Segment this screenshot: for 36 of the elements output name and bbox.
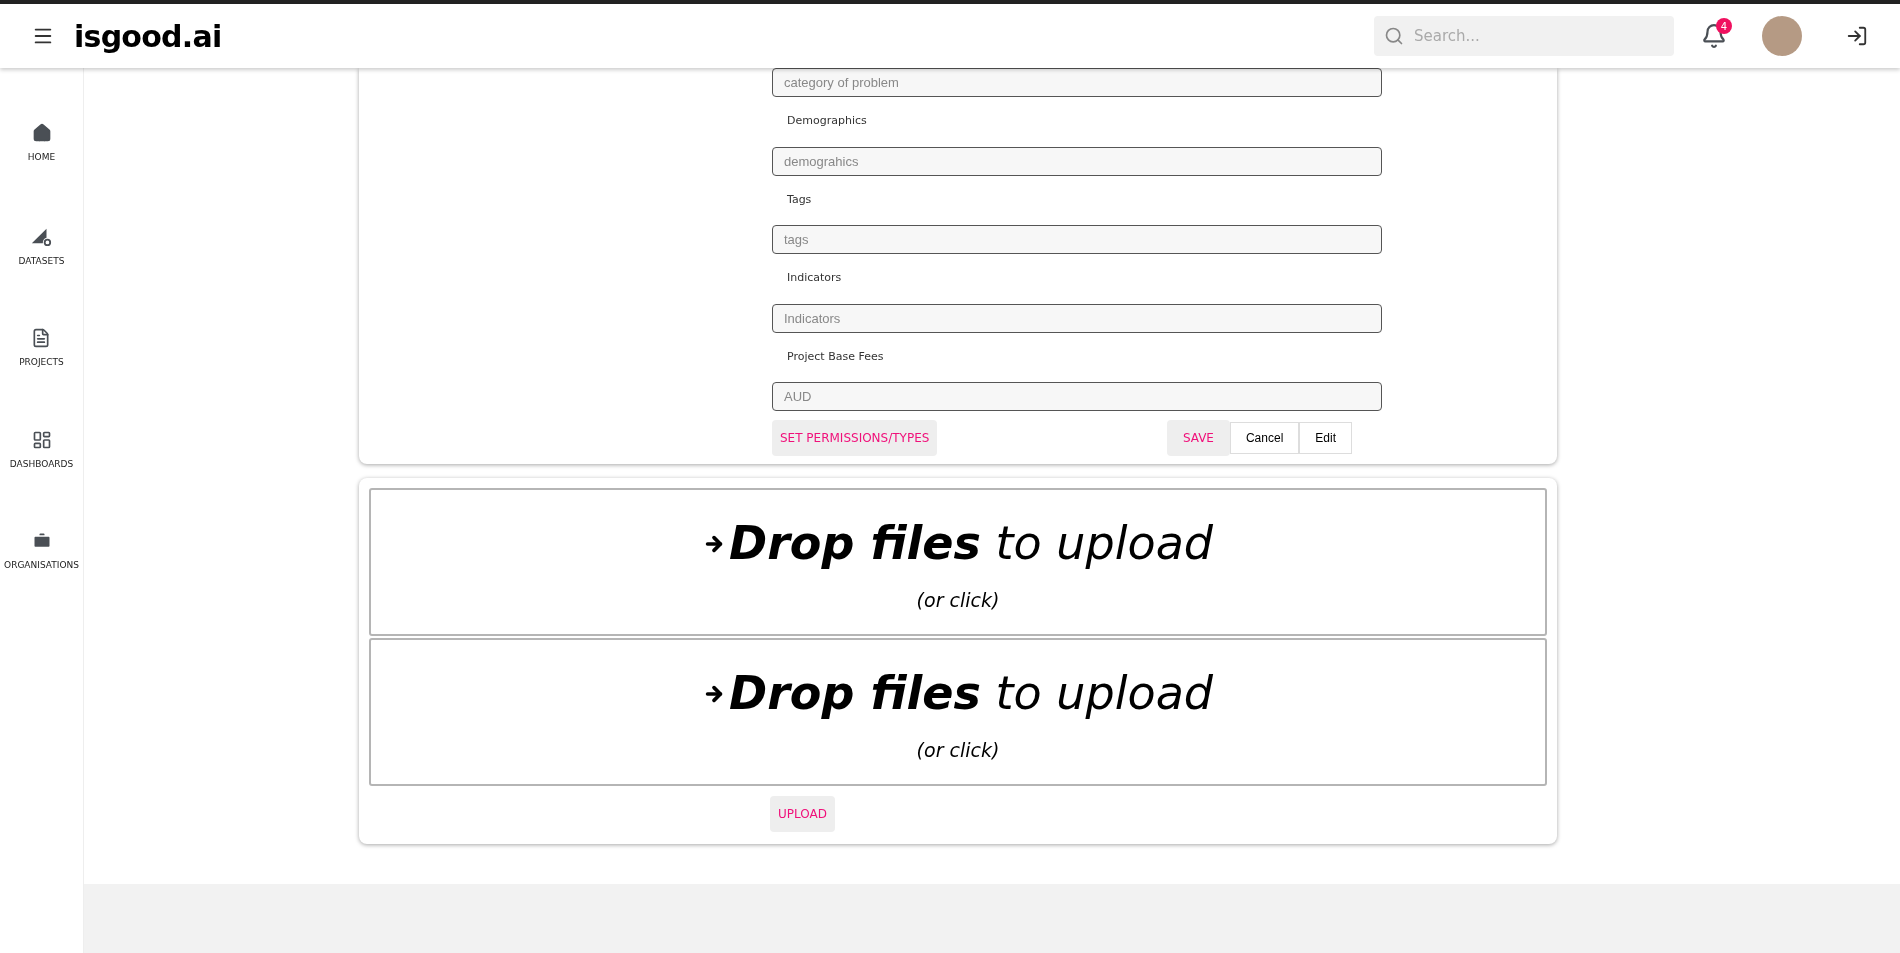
field-label: Demographics [786, 113, 868, 129]
notifications-button[interactable]: 4 [1696, 18, 1732, 54]
avatar[interactable] [1762, 16, 1802, 56]
sidebar-item[interactable]: DATASETS [18, 224, 65, 268]
sidebar-item[interactable]: ORGANISATIONS [4, 531, 79, 573]
dropzone-title: Drop files to upload [728, 665, 1214, 723]
dropzone[interactable]: Drop files to upload (or click) [369, 488, 1547, 636]
sidebar-item[interactable]: HOME [27, 123, 56, 165]
logout-icon[interactable] [1846, 25, 1868, 47]
text-field[interactable]: category of problem [772, 68, 1382, 97]
edit-button[interactable]: Edit [1299, 422, 1352, 454]
field-label: Tags [786, 191, 813, 208]
notification-count: 4 [1716, 18, 1732, 34]
search-field[interactable]: Search... [1374, 16, 1674, 56]
upload-button[interactable]: UPLOAD [770, 796, 835, 832]
document-icon [31, 328, 52, 348]
logo: isgood.ai [74, 17, 222, 56]
dropzone-title: Drop files to upload [728, 515, 1214, 573]
dropzone-hint: (or click) [916, 738, 1000, 764]
field-label: Indicators [786, 270, 843, 286]
text-field[interactable]: tags [772, 225, 1382, 254]
dropzone[interactable]: Drop files to upload (or click) [369, 638, 1547, 786]
dropzone-hint: (or click) [916, 588, 1000, 614]
text-field[interactable]: Indicators [772, 303, 1382, 333]
briefcase-icon [31, 531, 52, 551]
cancel-button[interactable]: Cancel [1229, 422, 1300, 454]
text-field[interactable]: demograhics [772, 146, 1382, 176]
dashboard-icon [31, 429, 52, 450]
set-permissions-button[interactable]: SET PERMISSIONS/TYPES [772, 420, 938, 456]
text-field[interactable]: AUD [772, 382, 1382, 411]
sidebar-item[interactable]: DASHBOARDS [9, 429, 74, 471]
field-label: Project Base Fees [786, 348, 885, 365]
home-icon [31, 123, 52, 143]
save-button[interactable]: SAVE [1166, 420, 1230, 456]
sidebar-item[interactable]: PROJECTS [19, 328, 64, 370]
search-icon [1384, 26, 1404, 46]
